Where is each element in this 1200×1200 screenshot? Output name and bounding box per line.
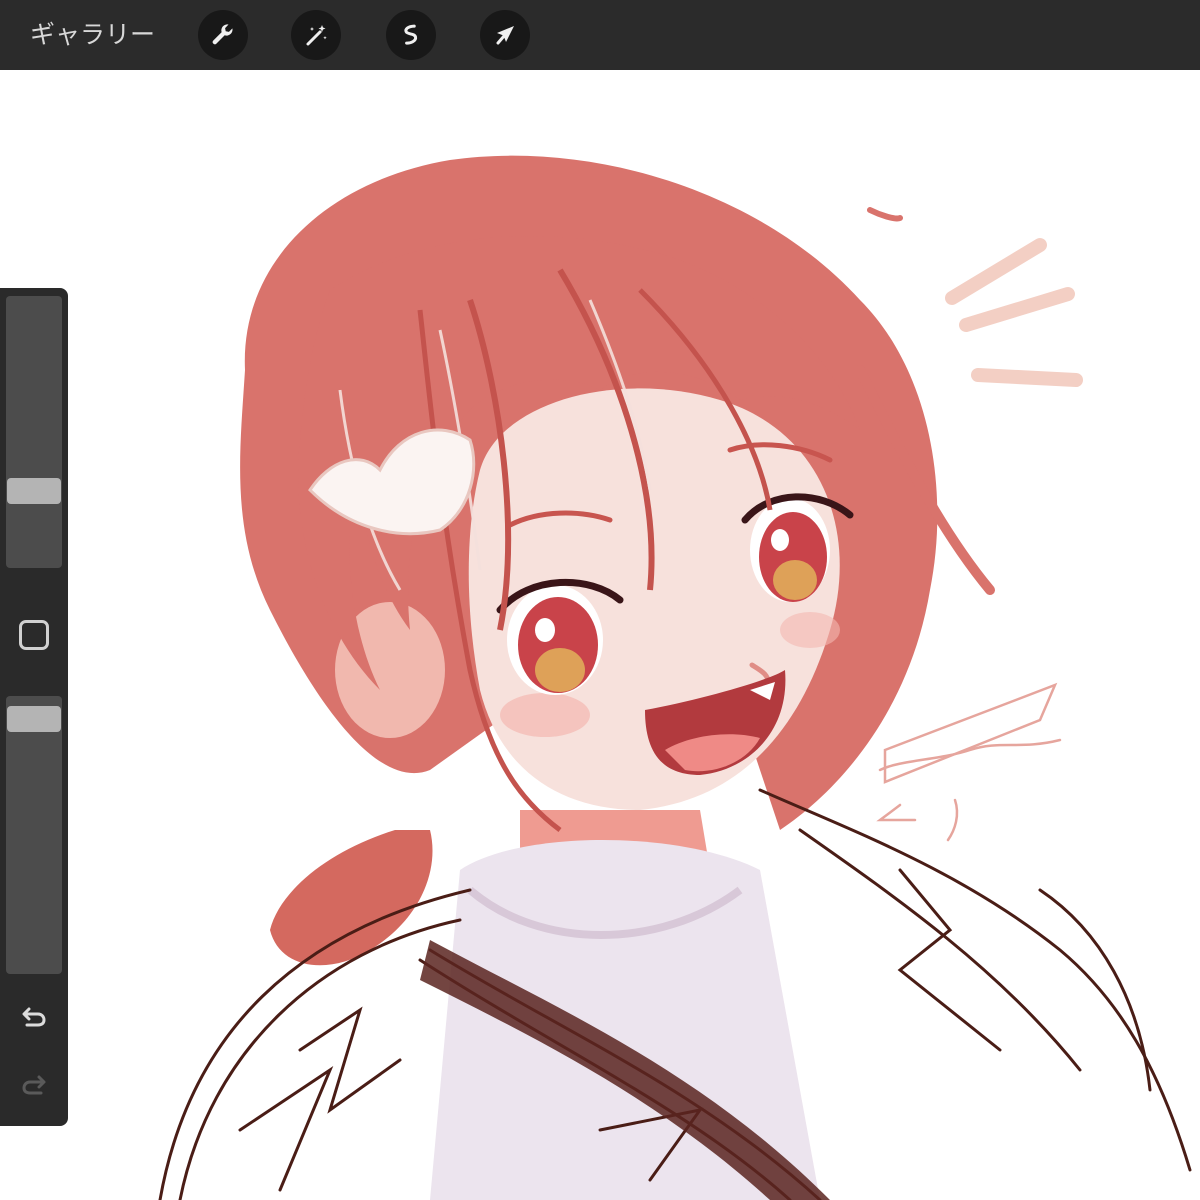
wrench-icon: [212, 24, 233, 45]
selection-button[interactable]: [386, 10, 436, 60]
undo-icon: [22, 1007, 46, 1027]
transform-button[interactable]: [480, 10, 530, 60]
drawing-canvas[interactable]: [0, 70, 1200, 1200]
ponytail: [270, 830, 433, 966]
selection-s-icon: [404, 24, 418, 45]
redo-icon: [22, 1075, 46, 1095]
gallery-button[interactable]: ギャラリー: [30, 17, 155, 53]
left-sidebar: [0, 288, 68, 1126]
brush-size-slider[interactable]: [6, 296, 62, 568]
artwork-illustration: [158, 155, 1192, 1200]
signature: [876, 682, 1062, 842]
undo-button[interactable]: [14, 996, 54, 1036]
arrow-cursor-icon: [496, 26, 514, 45]
top-toolbar: ギャラリー: [0, 0, 1200, 70]
actions-button[interactable]: [198, 10, 248, 60]
opacity-slider[interactable]: [6, 696, 62, 974]
accent-lines: [945, 238, 1083, 387]
brush-size-thumb[interactable]: [7, 478, 61, 504]
magic-wand-icon: [306, 25, 327, 46]
modifier-square-button[interactable]: [19, 620, 49, 650]
adjustments-button[interactable]: [291, 10, 341, 60]
redo-button[interactable]: [14, 1064, 54, 1104]
opacity-thumb[interactable]: [7, 706, 61, 732]
